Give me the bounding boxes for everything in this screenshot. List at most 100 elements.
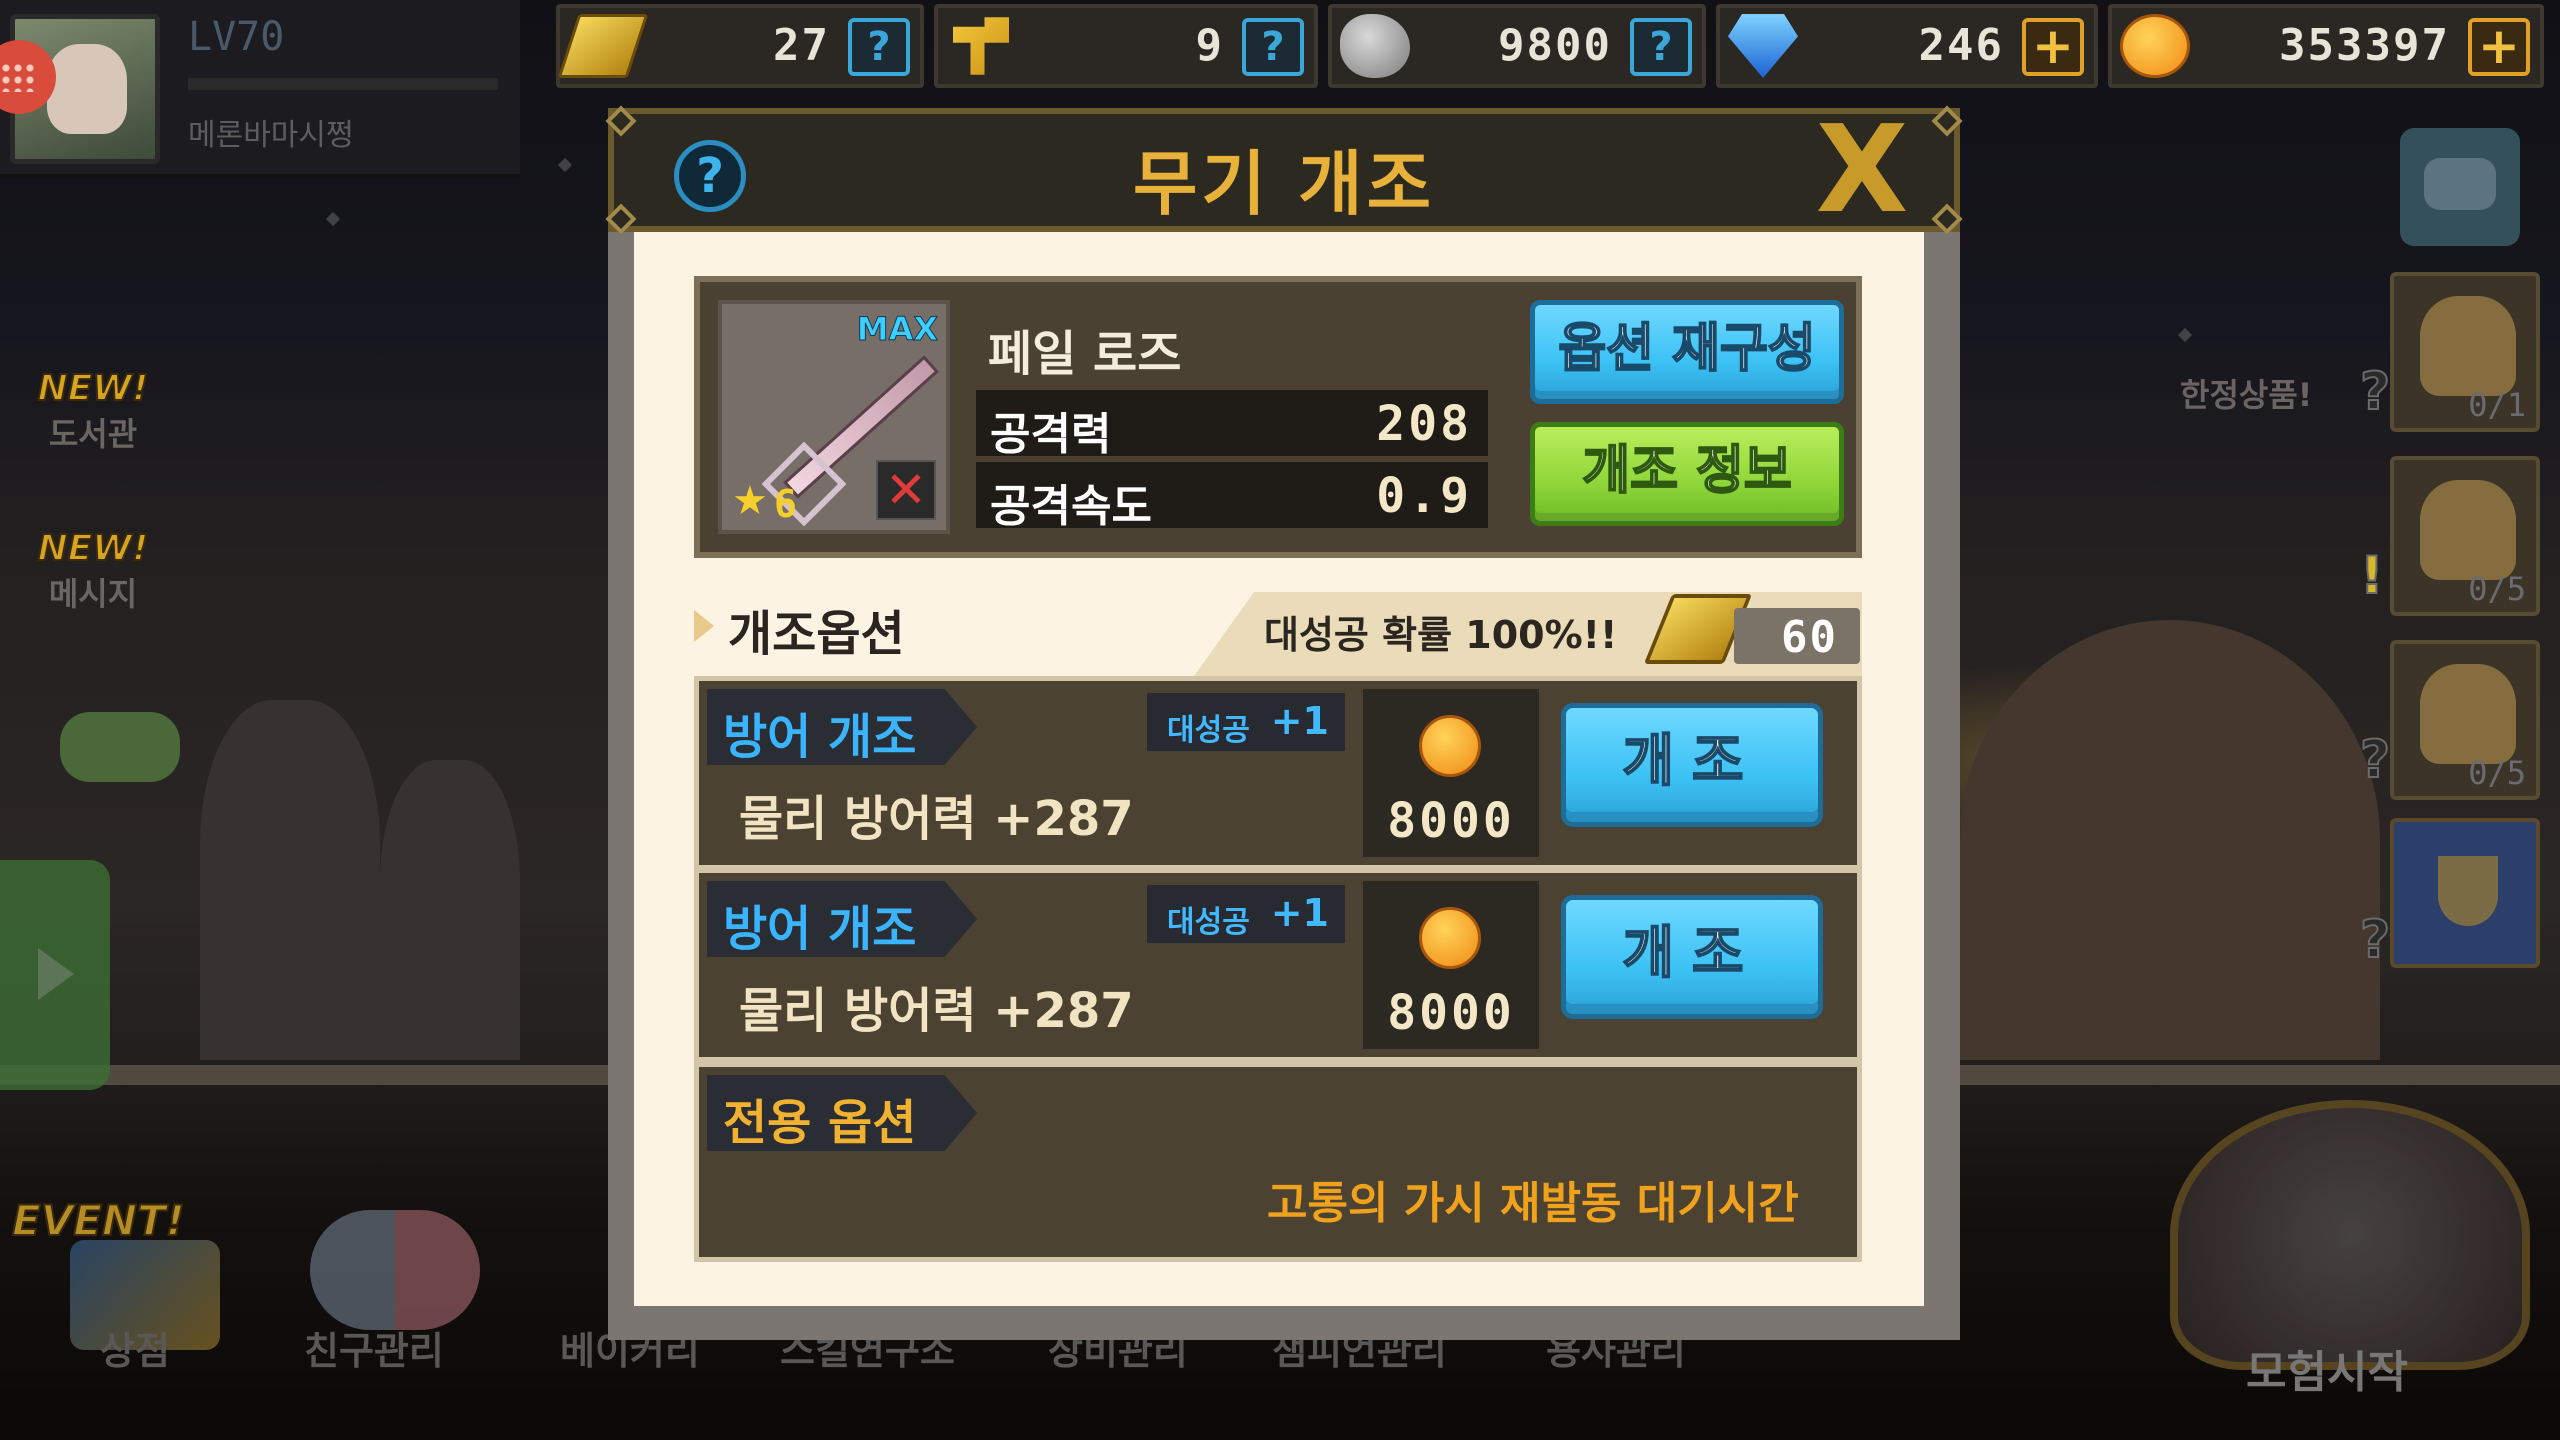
resource-ticket: 27 ? <box>556 4 924 88</box>
weapon-name: 페일 로즈 <box>988 326 1182 382</box>
price-value: 8000 <box>1387 985 1515 1041</box>
resource-value: 27 <box>773 20 830 71</box>
help-button[interactable]: ? <box>1242 18 1304 76</box>
coin-icon <box>2120 14 2190 78</box>
option-row: 방어 개조 대성공 +1 물리 방어력 +287 8000 개조 <box>694 868 1862 1062</box>
message-menu-item[interactable]: NEW! 메시지 <box>8 527 178 615</box>
new-badge: NEW! <box>37 367 150 410</box>
question-mark-icon: ? <box>2359 909 2391 971</box>
menu-friends[interactable]: 친구관리 <box>304 1320 444 1375</box>
ticket-cost-value: 60 <box>1781 612 1838 663</box>
modification-info-button[interactable]: 개조 정보 <box>1530 422 1844 526</box>
exclusive-title: 전용 옵션 <box>723 1095 917 1151</box>
close-icon[interactable]: X <box>1814 111 1910 231</box>
resource-value: 353397 <box>2279 20 2450 71</box>
option-name: 방어 개조 <box>723 709 917 765</box>
new-badge: NEW! <box>37 527 150 570</box>
hero-slot[interactable]: 0/5 <box>2390 456 2540 616</box>
price-value: 8000 <box>1387 793 1515 849</box>
gem-icon <box>1728 14 1798 78</box>
exp-bar <box>188 78 498 90</box>
menu-shop[interactable]: 상점 <box>100 1320 170 1375</box>
resource-stone: 9800 ? <box>1328 4 1706 88</box>
expand-arrow-button[interactable] <box>0 860 110 1090</box>
hero-portrait <box>2420 480 2516 580</box>
hammer-icon <box>953 17 1009 75</box>
bonus-badge: 대성공 +1 <box>1147 885 1345 943</box>
hero-portrait <box>2420 296 2516 396</box>
option-tab: 방어 개조 <box>707 881 977 957</box>
resource-value: 9800 <box>1498 20 1612 71</box>
resource-gem: 246 + <box>1716 4 2098 88</box>
hero-slot[interactable]: 0/5 <box>2390 640 2540 800</box>
hero-slot-count: 0/1 <box>2468 386 2526 424</box>
trophy-icon <box>2438 856 2498 926</box>
hero-slot[interactable]: 0/1 <box>2390 272 2540 432</box>
weapon-slot[interactable]: MAX ★ 6 ✕ <box>718 300 950 534</box>
ticket-icon <box>557 14 649 78</box>
adventure-start-label: 모험시작 <box>2246 1347 2408 1398</box>
modify-button[interactable]: 개조 <box>1561 895 1823 1019</box>
options-header: 개조옵션 대성공 확률 100%!! 60 <box>694 582 1862 676</box>
play-arrow-icon <box>38 948 74 1000</box>
add-coin-button[interactable]: + <box>2468 18 2530 76</box>
chat-button[interactable] <box>2400 128 2520 246</box>
reroll-options-button[interactable]: 옵션 재구성 <box>1530 300 1844 404</box>
resource-value: 9 <box>1195 20 1224 71</box>
library-label: 도서관 <box>48 415 138 453</box>
unequip-icon[interactable]: ✕ <box>876 460 936 520</box>
stat-row: 공격속도 0.9 <box>976 462 1488 532</box>
coin-icon <box>1419 715 1481 777</box>
exclusive-option-row: 전용 옵션 고통의 가시 재발동 대기시간 <box>694 1062 1862 1262</box>
exclusive-description: 고통의 가시 재발동 대기시간 <box>1267 1178 1799 1229</box>
option-tab: 방어 개조 <box>707 689 977 765</box>
add-gem-button[interactable]: + <box>2022 18 2084 76</box>
question-mark-icon: ? <box>2359 729 2391 791</box>
coin-icon <box>1419 907 1481 969</box>
modal-title: 무기 개조 <box>1133 143 1435 225</box>
arrow-icon <box>694 610 714 642</box>
bonus-label: 대성공 <box>1167 713 1250 748</box>
modify-button[interactable]: 개조 <box>1561 703 1823 827</box>
friends-icon[interactable] <box>310 1210 480 1330</box>
star-count: 6 <box>774 482 797 526</box>
resource-bar: 27 ? 9 ? 9800 ? 246 + 353397 + <box>556 0 2560 92</box>
avatar-face <box>47 44 127 134</box>
library-menu-item[interactable]: NEW! 도서관 <box>8 367 178 455</box>
event-badge: EVENT! <box>11 1195 186 1246</box>
bonus-value: +1 <box>1270 699 1329 743</box>
stat-label: 공격력 <box>990 409 1112 460</box>
chat-bubble-icon <box>2424 158 2496 210</box>
player-name: 메론바마시쩡 <box>188 118 354 153</box>
adventure-start-button[interactable] <box>2170 1100 2530 1370</box>
trophy-button[interactable] <box>2390 818 2540 968</box>
gamepad-icon[interactable] <box>60 712 180 782</box>
stat-label: 공격속도 <box>990 481 1152 532</box>
weapon-card: MAX ★ 6 ✕ 페일 로즈 공격력 208 공격속도 0.9 옵션 재구성 … <box>694 276 1862 558</box>
option-description: 물리 방어력 +287 <box>739 791 1134 847</box>
stat-row: 공격력 208 <box>976 390 1488 460</box>
player-profile[interactable]: LV70 메론바마시쩡 <box>0 0 520 178</box>
modal-body: MAX ★ 6 ✕ 페일 로즈 공격력 208 공격속도 0.9 옵션 재구성 … <box>634 232 1924 1306</box>
modal-header: ? 무기 개조 X <box>605 105 1963 235</box>
bonus-label: 대성공 <box>1167 905 1250 940</box>
option-row: 방어 개조 대성공 +1 물리 방어력 +287 8000 개조 <box>694 676 1862 870</box>
option-name: 방어 개조 <box>723 901 917 957</box>
stat-value: 0.9 <box>1376 468 1472 524</box>
great-success-text: 대성공 확률 100%!! <box>1264 613 1618 657</box>
resource-hammer: 9 ? <box>934 4 1318 88</box>
hero-slot-count: 0/5 <box>2468 570 2526 608</box>
hero-slot-count: 0/5 <box>2468 754 2526 792</box>
player-level: LV70 <box>188 14 285 60</box>
price-box: 8000 <box>1363 881 1539 1049</box>
stat-value: 208 <box>1376 396 1472 452</box>
bonus-value: +1 <box>1270 891 1329 935</box>
exclamation-mark-icon: ! <box>2359 545 2385 607</box>
help-button[interactable]: ? <box>848 18 910 76</box>
price-box: 8000 <box>1363 689 1539 857</box>
limited-offer-label[interactable]: 한정상품! <box>2180 370 2312 416</box>
resource-coin: 353397 + <box>2108 4 2544 88</box>
bonus-badge: 대성공 +1 <box>1147 693 1345 751</box>
help-button[interactable]: ? <box>1630 18 1692 76</box>
option-description: 물리 방어력 +287 <box>739 983 1134 1039</box>
